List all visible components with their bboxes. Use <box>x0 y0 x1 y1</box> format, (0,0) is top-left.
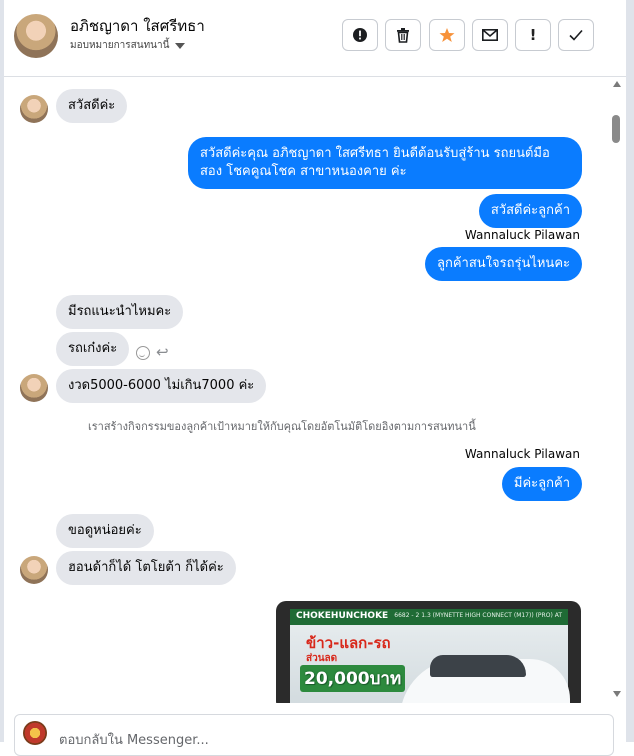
star-button[interactable] <box>429 19 465 51</box>
alert-circle-icon <box>353 28 367 42</box>
sender-name: Wannaluck Pilawan <box>464 447 580 461</box>
outgoing-message[interactable]: มีค่ะลูกค้า <box>501 467 582 501</box>
contact-name[interactable]: อภิชญาดา ใสศรีทธา <box>70 14 205 38</box>
incoming-message[interactable]: งวด5000-6000 ไม่เกิน7000 ค่ะ <box>56 369 267 403</box>
react-emoji-icon[interactable] <box>136 345 150 360</box>
message-line: สอง โชคคูณโชค สาขาหนองคาย ค่ะ <box>200 164 407 179</box>
delete-button[interactable] <box>385 19 421 51</box>
scroll-down-arrow-icon[interactable] <box>613 691 621 697</box>
incoming-message[interactable]: ฮอนด้าก็ได้ โตโยต้า ก็ได้ค่ะ <box>56 551 236 585</box>
mark-spam-button[interactable] <box>342 19 378 51</box>
thread-scrollbar[interactable] <box>608 77 626 703</box>
mark-done-button[interactable] <box>558 19 594 51</box>
trash-icon <box>397 28 409 43</box>
outgoing-message[interactable]: ลูกค้าสนใจรถรุ่นไหนคะ <box>424 247 582 281</box>
promo-subtitle: ส่วนลด <box>306 653 338 664</box>
car-promo-image: CHOKEHUNCHOKE 6682 - 2 1.3 (MYNETTE HIGH… <box>290 609 570 703</box>
promo-amount: 20,000บาท <box>300 665 406 692</box>
message-thread[interactable]: สวัสดีค่ะ สวัสดีค่ะคุณ อภิชญาดา ใสศรีทธา… <box>4 77 608 703</box>
assign-conversation-dropdown[interactable]: มอบหมายการสนทนานี้ <box>70 38 186 53</box>
car-window-graphic <box>430 655 526 677</box>
reply-icon[interactable]: ↩ <box>156 345 169 360</box>
reply-input-placeholder[interactable]: ตอบกลับใน Messenger... <box>59 729 209 750</box>
incoming-message[interactable]: รถเก๋งค่ะ <box>56 332 130 366</box>
check-icon <box>569 29 583 41</box>
window-frame-right <box>626 0 634 742</box>
contact-avatar[interactable] <box>14 14 58 58</box>
sender-name: Wannaluck Pilawan <box>464 228 580 242</box>
system-note: เราสร้างกิจกรรมของลูกค้าเป้าหมายให้กับคุ… <box>88 420 476 433</box>
conversation-header: อภิชญาดา ใสศรีทธา มอบหมายการสนทนานี้ ! <box>4 0 626 77</box>
reply-composer[interactable]: ตอบกลับใน Messenger... <box>14 714 614 756</box>
banner-code: 6682 - 2 1.3 (MYNETTE HIGH CONNECT (M17)… <box>394 612 562 619</box>
scrollbar-thumb[interactable] <box>612 115 620 143</box>
page-logo-icon <box>23 721 47 745</box>
chevron-down-icon <box>175 42 186 49</box>
message-line: สวัสดีค่ะคุณ อภิชญาดา ใสศรีทธา ยินดีต้อน… <box>200 146 550 161</box>
incoming-message[interactable]: มีรถแนะนำไหมคะ <box>56 295 184 329</box>
incoming-message[interactable]: ขอดูหน่อยค่ะ <box>56 514 154 548</box>
promo-banner: CHOKEHUNCHOKE 6682 - 2 1.3 (MYNETTE HIGH… <box>290 609 568 625</box>
exclamation-icon: ! <box>529 25 537 44</box>
mail-icon <box>482 29 498 41</box>
follow-up-button[interactable]: ! <box>515 19 551 51</box>
contact-avatar-small <box>20 374 48 402</box>
assign-label: มอบหมายการสนทนานี้ <box>70 40 170 51</box>
scroll-up-arrow-icon[interactable] <box>613 81 621 87</box>
image-attachment[interactable]: CHOKEHUNCHOKE 6682 - 2 1.3 (MYNETTE HIGH… <box>276 601 581 703</box>
outgoing-message[interactable]: สวัสดีค่ะลูกค้า <box>478 194 582 228</box>
message-actions: ↩ <box>136 345 169 360</box>
contact-avatar-small <box>20 556 48 584</box>
incoming-message[interactable]: สวัสดีค่ะ <box>56 89 128 123</box>
banner-text: CHOKEHUNCHOKE <box>296 611 389 621</box>
star-icon <box>439 28 455 42</box>
mark-unread-button[interactable] <box>472 19 508 51</box>
outgoing-message[interactable]: สวัสดีค่ะคุณ อภิชญาดา ใสศรีทธา ยินดีต้อน… <box>188 137 582 189</box>
contact-avatar-small <box>20 95 48 123</box>
